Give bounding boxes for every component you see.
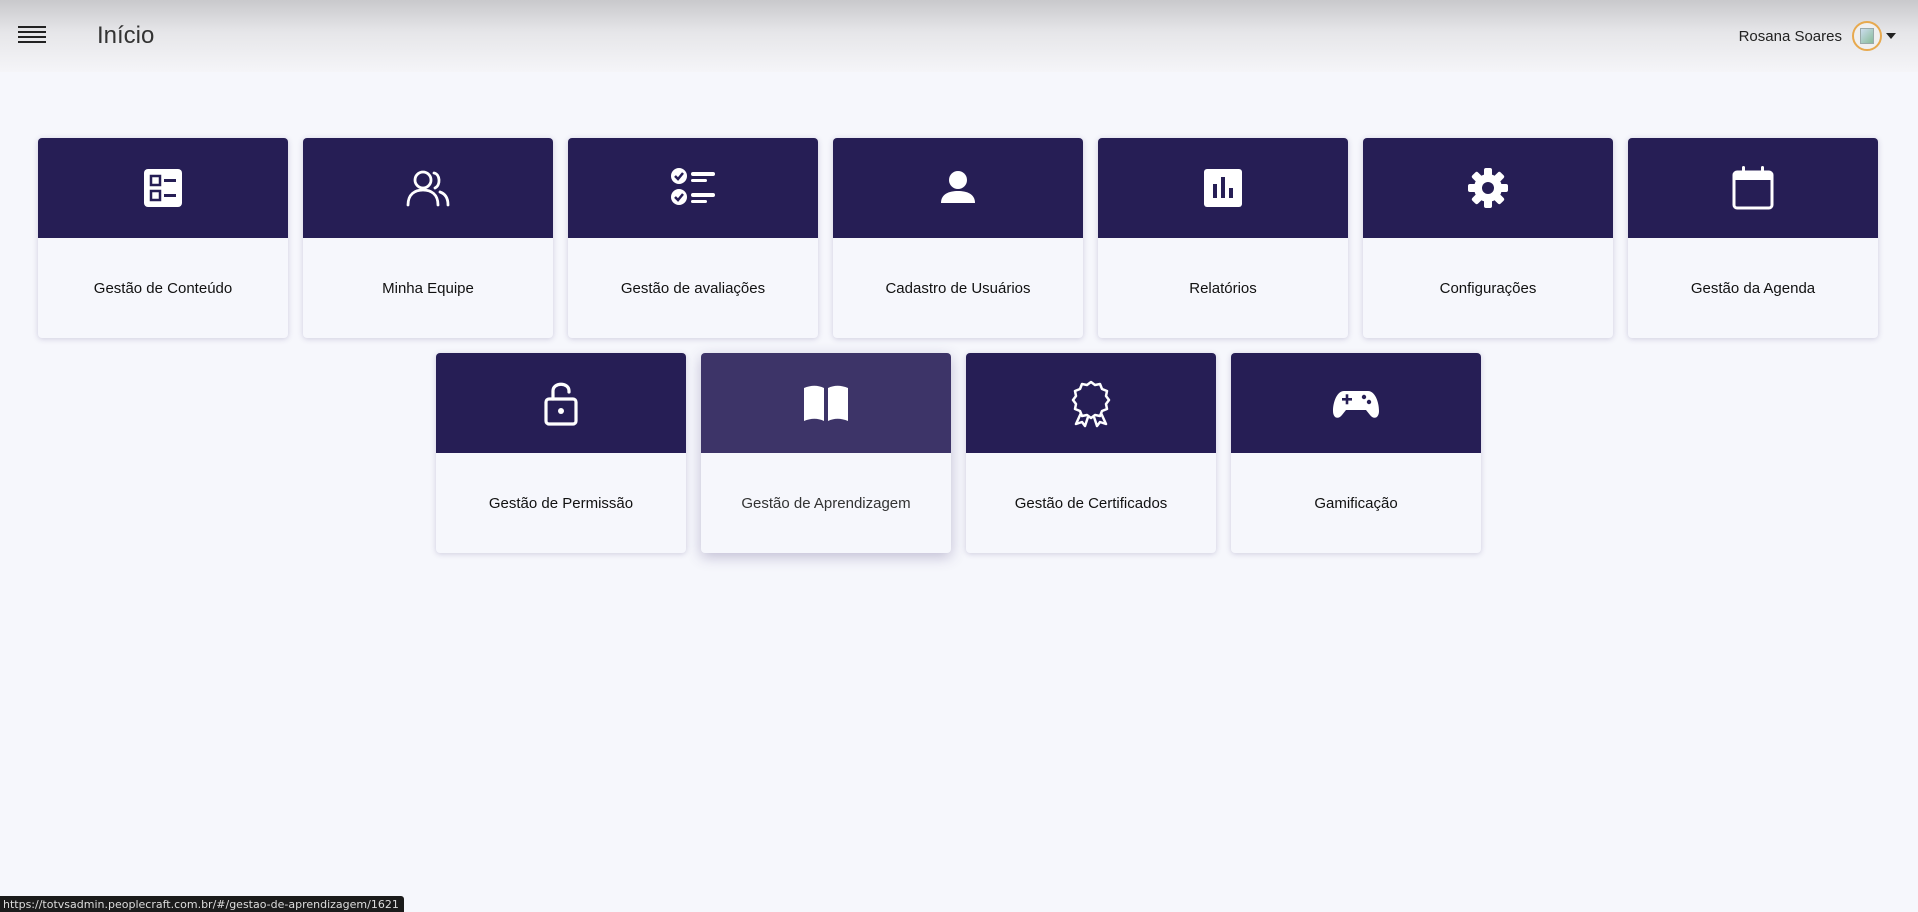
card-gestao-de-permissao[interactable]: Gestão de Permissão	[436, 353, 686, 553]
award-icon	[1071, 380, 1111, 428]
card-label: Gestão de Aprendizagem	[741, 494, 911, 512]
card-header	[1098, 138, 1348, 238]
content-list-icon	[144, 169, 182, 207]
bar-chart-icon	[1204, 169, 1242, 207]
calendar-icon	[1732, 166, 1774, 210]
page-title: Início	[97, 22, 155, 49]
card-cadastro-de-usuarios[interactable]: Cadastro de Usuários	[833, 138, 1083, 338]
user-icon	[941, 171, 975, 203]
gear-icon	[1468, 168, 1508, 208]
caret-down-icon[interactable]	[1886, 33, 1896, 39]
card-header	[1628, 138, 1878, 238]
checklist-icon	[671, 168, 715, 205]
card-label: Gestão de Certificados	[1014, 494, 1168, 512]
card-header	[436, 353, 686, 453]
card-header	[38, 138, 288, 238]
card-label: Cadastro de Usuários	[885, 279, 1031, 297]
status-bar-url: https://totvsadmin.peoplecraft.com.br/#/…	[0, 896, 404, 912]
team-icon	[406, 170, 450, 207]
card-label: Minha Equipe	[382, 279, 474, 297]
unlock-icon	[544, 382, 578, 426]
gamepad-icon	[1333, 391, 1379, 418]
user-menu[interactable]: Rosana Soares	[1739, 20, 1896, 52]
card-header	[966, 353, 1216, 453]
card-gestao-de-avaliacoes[interactable]: Gestão de avaliações	[568, 138, 818, 338]
card-header	[701, 353, 951, 453]
top-header: Início Rosana Soares	[0, 0, 1918, 72]
user-name: Rosana Soares	[1738, 27, 1842, 45]
card-gestao-de-aprendizagem[interactable]: Gestão de Aprendizagem	[701, 353, 951, 553]
card-label: Gestão de Permissão	[488, 494, 634, 512]
card-label: Gestão da Agenda	[1690, 279, 1816, 297]
hamburger-icon[interactable]	[18, 26, 46, 46]
card-gestao-da-agenda[interactable]: Gestão da Agenda	[1628, 138, 1878, 338]
card-gamificacao[interactable]: Gamificação	[1231, 353, 1481, 553]
card-header	[1231, 353, 1481, 453]
card-label: Configurações	[1439, 279, 1537, 297]
card-configuracoes[interactable]: Configurações	[1363, 138, 1613, 338]
card-label: Gamificação	[1314, 494, 1398, 512]
card-header	[833, 138, 1083, 238]
broken-image-icon	[1860, 28, 1874, 44]
card-label: Relatórios	[1189, 279, 1257, 297]
card-label: Gestão de avaliações	[620, 279, 766, 297]
card-header	[568, 138, 818, 238]
card-label: Gestão de Conteúdo	[93, 279, 233, 297]
card-header	[303, 138, 553, 238]
card-gestao-de-conteudo[interactable]: Gestão de Conteúdo	[38, 138, 288, 338]
open-book-icon	[804, 385, 848, 421]
card-relatorios[interactable]: Relatórios	[1098, 138, 1348, 338]
avatar[interactable]	[1852, 21, 1882, 51]
card-gestao-de-certificados[interactable]: Gestão de Certificados	[966, 353, 1216, 553]
card-minha-equipe[interactable]: Minha Equipe	[303, 138, 553, 338]
card-header	[1363, 138, 1613, 238]
